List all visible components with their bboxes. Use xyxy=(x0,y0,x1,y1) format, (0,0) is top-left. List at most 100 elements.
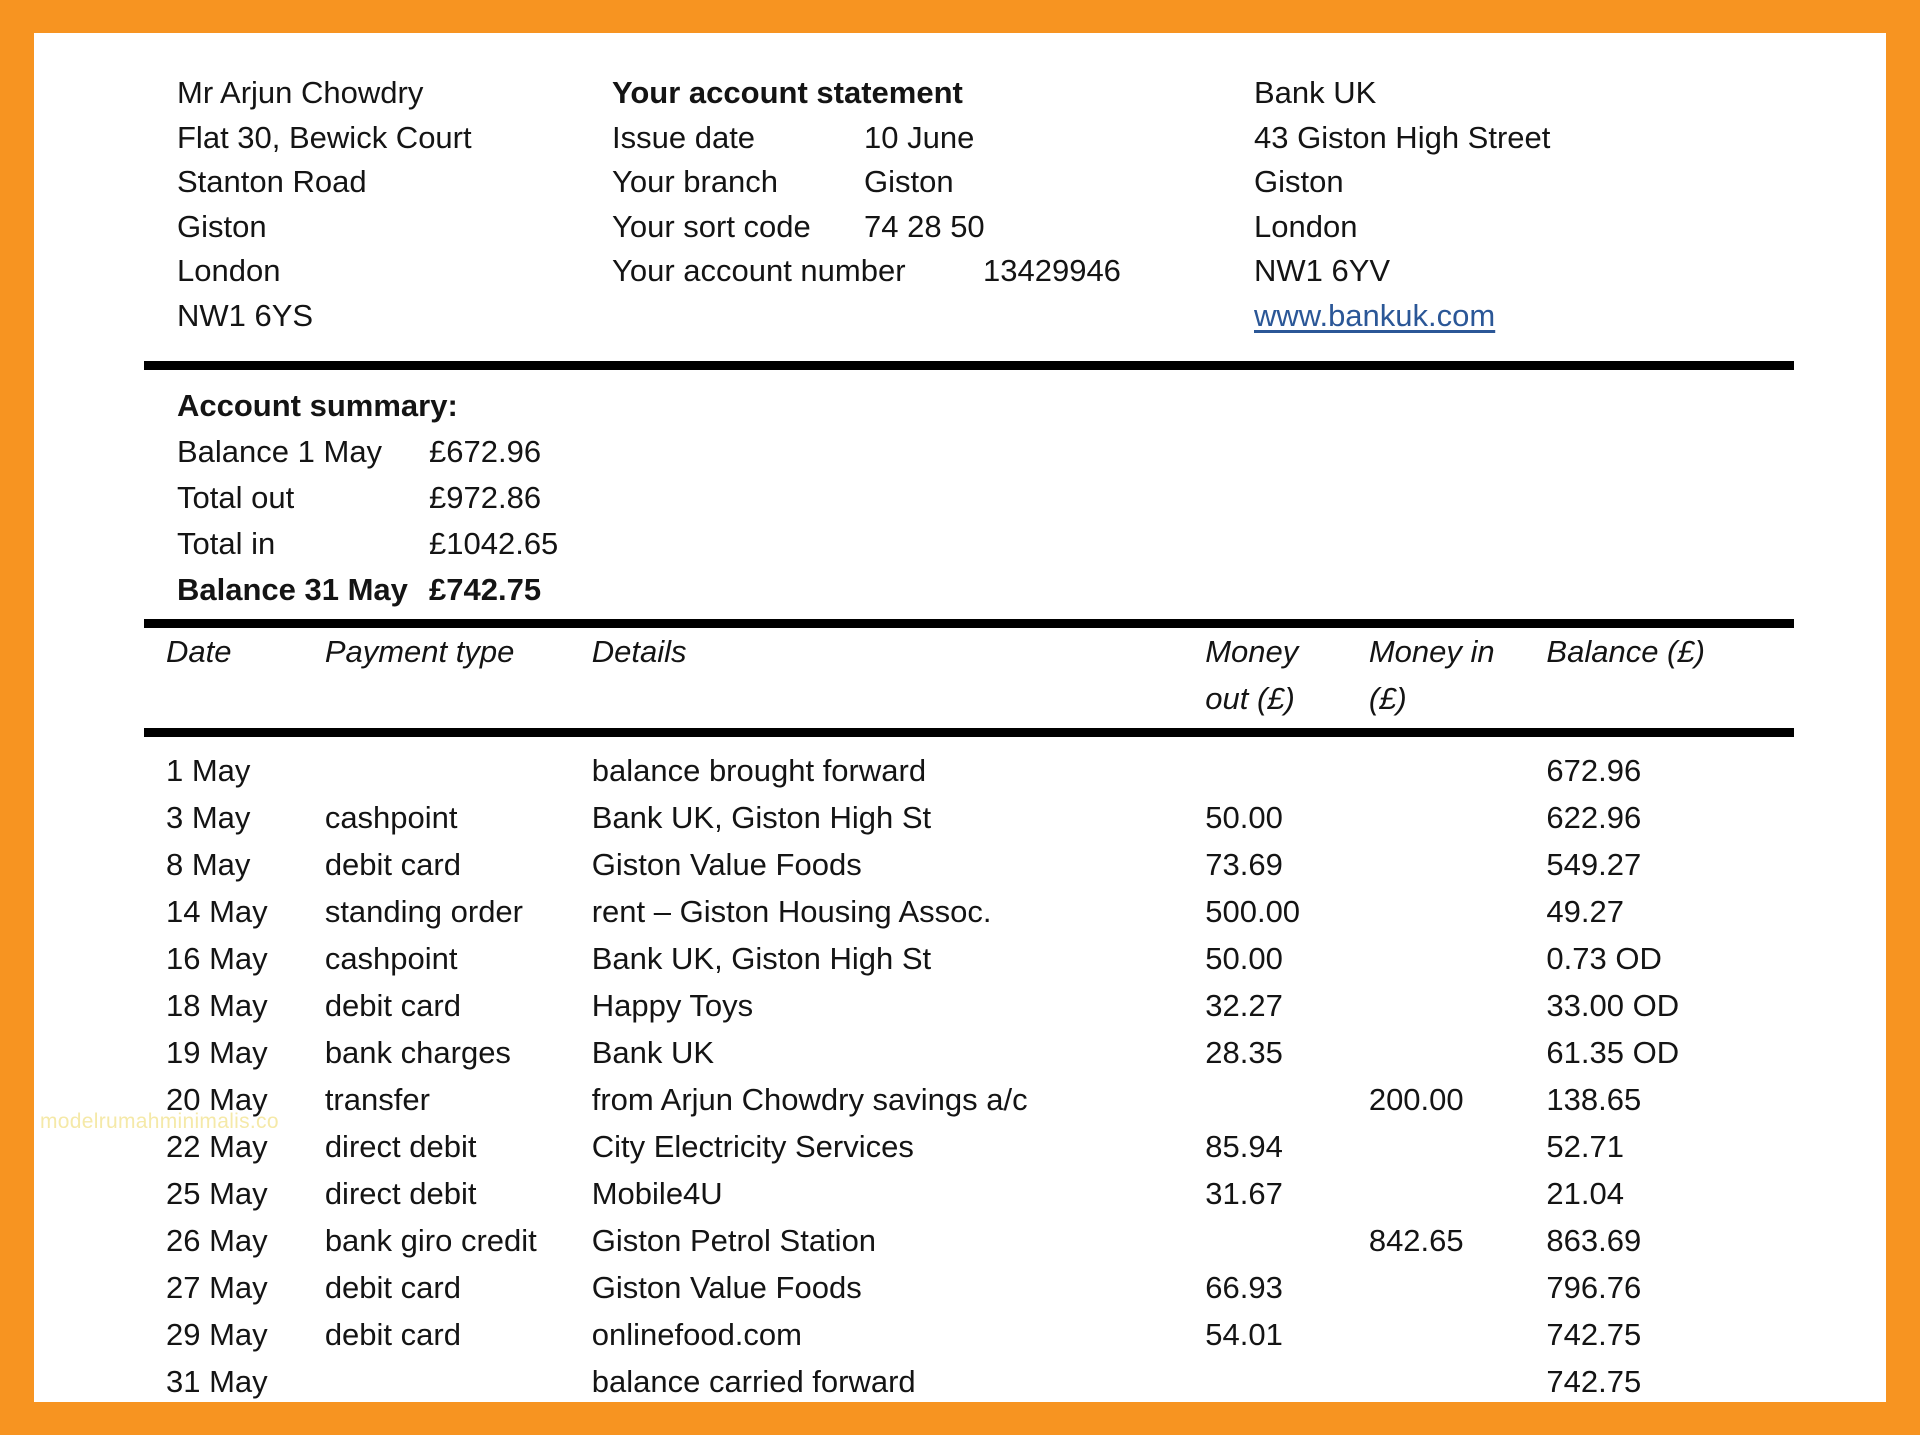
table-row: 16 May cashpoint Bank UK, Giston High St 50… xyxy=(144,935,1794,982)
cell-in xyxy=(1369,935,1547,982)
bank-name: Bank UK xyxy=(1254,75,1377,110)
cell-balance: 622.96 xyxy=(1546,800,1642,835)
cell-out: 85.94 xyxy=(1205,1129,1283,1164)
cell-balance: 61.35 OD xyxy=(1546,1035,1680,1070)
statement-header: Mr Arjun Chowdry Flat 30, Bewick Court S… xyxy=(144,71,1824,361)
cell-balance: 742.75 xyxy=(1546,1317,1642,1352)
cell-balance: 796.76 xyxy=(1546,1270,1642,1305)
cell-in xyxy=(1369,888,1547,935)
cell-type: debit card xyxy=(324,1270,461,1305)
customer-address-line-4: London xyxy=(177,253,281,288)
bank-website-link[interactable]: www.bankuk.com xyxy=(1254,298,1495,333)
cell-type: transfer xyxy=(324,1082,430,1117)
cell-out: 31.67 xyxy=(1205,1176,1283,1211)
cell-out xyxy=(1205,1358,1369,1402)
branch-row: Your branch Giston xyxy=(612,160,1252,205)
table-row: 25 May direct debit Mobile4U 31.67 21.04 xyxy=(144,1170,1794,1217)
cell-type: debit card xyxy=(324,988,461,1023)
summary-label: Total out xyxy=(177,480,295,515)
cell-out: 28.35 xyxy=(1205,1035,1283,1070)
cell-date: 26 May xyxy=(166,1223,268,1258)
cell-out xyxy=(1205,737,1369,794)
bank-postcode: NW1 6YV xyxy=(1254,253,1391,288)
column-header-money-in-line1: Money in xyxy=(1368,634,1495,669)
customer-postcode: NW1 6YS xyxy=(177,297,314,333)
cell-details: Bank UK, Giston High St xyxy=(591,941,932,976)
customer-address-line-1: Flat 30, Bewick Court xyxy=(177,119,472,155)
table-row: 19 May bank charges Bank UK 28.35 61.35 OD xyxy=(144,1029,1794,1076)
summary-row-total-in: Total in £1042.65 xyxy=(177,521,1824,567)
cell-out xyxy=(1205,1217,1369,1264)
column-header-money-in-line2: (£) xyxy=(1368,681,1407,716)
cell-date: 18 May xyxy=(166,988,268,1023)
cell-balance: 33.00 OD xyxy=(1546,988,1680,1023)
account-summary-title: Account summary: xyxy=(177,388,458,423)
cell-details: from Arjun Chowdry savings a/c xyxy=(591,1082,1028,1117)
table-row: 3 May cashpoint Bank UK, Giston High St 50.… xyxy=(144,794,1794,841)
table-row: 14 May standing order rent – Giston Housin… xyxy=(144,888,1794,935)
cell-details: City Electricity Services xyxy=(591,1129,914,1164)
bank-address-line-2: Giston xyxy=(1254,164,1344,199)
statement-sheet: Mr Arjun Chowdry Flat 30, Bewick Court S… xyxy=(34,33,1886,1402)
sort-code-label: Your sort code xyxy=(612,208,811,244)
cell-details: Giston Value Foods xyxy=(591,1270,862,1305)
cell-balance: 52.71 xyxy=(1546,1129,1624,1164)
table-row: 20 May transfer from Arjun Chowdry savings… xyxy=(144,1076,1794,1123)
cell-type: debit card xyxy=(324,1317,461,1352)
cell-balance: 0.73 OD xyxy=(1546,941,1662,976)
cell-date: 14 May xyxy=(166,894,268,929)
cell-out: 54.01 xyxy=(1205,1317,1283,1352)
summary-amount: £972.86 xyxy=(429,480,542,515)
transactions-body-table: 1 May balance brought forward 672.96 3 May c… xyxy=(144,737,1794,1402)
account-number-row: Your account number 13429946 xyxy=(612,249,1252,294)
cell-date: 19 May xyxy=(166,1035,268,1070)
cell-details: Mobile4U xyxy=(591,1176,723,1211)
summary-row-total-out: Total out £972.86 xyxy=(177,475,1824,521)
column-header-money-out: Money out (£) xyxy=(1205,628,1369,728)
cell-in xyxy=(1369,1170,1547,1217)
cell-in xyxy=(1369,1358,1547,1402)
summary-top-rule xyxy=(144,361,1794,370)
cell-type: bank charges xyxy=(324,1035,511,1070)
account-number-label: Your account number xyxy=(612,253,906,288)
cell-type xyxy=(325,737,592,794)
summary-label: Balance 1 May xyxy=(177,434,383,469)
table-body-rule xyxy=(144,728,1794,737)
cell-details: rent – Giston Housing Assoc. xyxy=(591,894,992,929)
branch-value: Giston xyxy=(864,164,954,199)
cell-balance: 138.65 xyxy=(1546,1082,1642,1117)
summary-row-balance-end: Balance 31 May £742.75 xyxy=(177,567,1824,613)
cell-type: standing order xyxy=(324,894,523,929)
table-row: 31 May balance carried forward 742.75 xyxy=(144,1358,1794,1402)
summary-label: Balance 31 May xyxy=(177,572,408,607)
bank-address-line-3: London xyxy=(1254,208,1358,244)
cell-out: 66.93 xyxy=(1205,1270,1283,1305)
cell-type xyxy=(325,1358,592,1402)
cell-in xyxy=(1369,1311,1547,1358)
column-header-balance: Balance (£) xyxy=(1546,634,1705,669)
cell-details: balance carried forward xyxy=(591,1364,916,1399)
statement-page: Mr Arjun Chowdry Flat 30, Bewick Court S… xyxy=(0,0,1920,1435)
cell-details: Giston Value Foods xyxy=(591,847,862,882)
summary-amount: £742.75 xyxy=(429,572,542,607)
cell-details: Bank UK, Giston High St xyxy=(591,800,932,835)
cell-details: balance brought forward xyxy=(591,753,927,788)
summary-label: Total in xyxy=(177,526,276,561)
bank-address-line-1: 43 Giston High Street xyxy=(1254,119,1551,155)
bank-address-block: Bank UK 43 Giston High Street Giston Lon… xyxy=(1254,71,1814,338)
summary-amount: £1042.65 xyxy=(429,526,559,561)
customer-address-line-2: Stanton Road xyxy=(177,164,367,199)
table-row: 1 May balance brought forward 672.96 xyxy=(144,737,1794,794)
column-header-money-in: Money in (£) xyxy=(1369,628,1547,728)
transactions-table-body: 1 May balance brought forward 672.96 3 May c… xyxy=(144,737,1794,1402)
customer-address-block: Mr Arjun Chowdry Flat 30, Bewick Court S… xyxy=(177,71,607,338)
cell-in xyxy=(1369,982,1547,1029)
cell-out: 73.69 xyxy=(1205,847,1283,882)
account-number-value: 13429946 xyxy=(983,253,1121,288)
branch-label: Your branch xyxy=(612,164,779,199)
cell-details: Happy Toys xyxy=(591,988,754,1023)
column-header-date: Date xyxy=(166,634,232,669)
source-watermark: modelrumahminimalis.co xyxy=(40,1110,279,1133)
cell-type: cashpoint xyxy=(324,800,458,835)
cell-in xyxy=(1369,841,1547,888)
